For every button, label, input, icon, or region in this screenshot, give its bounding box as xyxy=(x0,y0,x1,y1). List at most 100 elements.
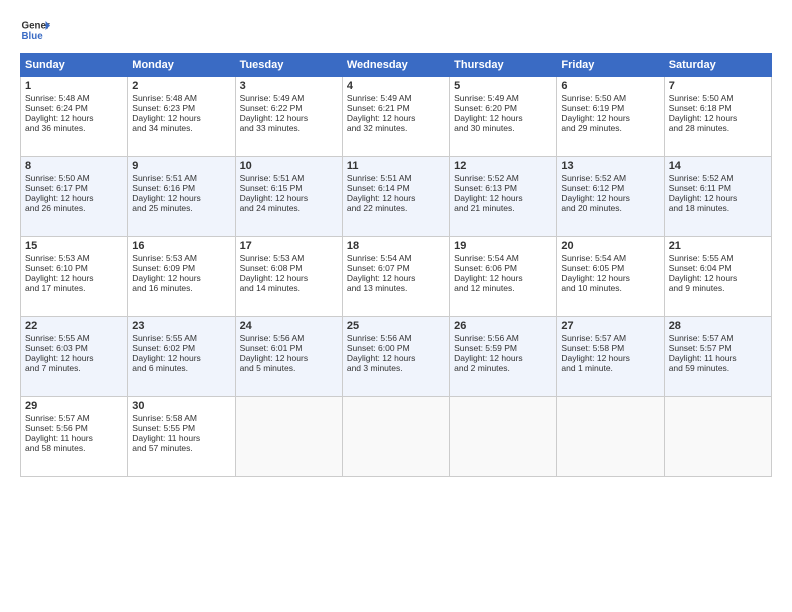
calendar-cell: 15Sunrise: 5:53 AMSunset: 6:10 PMDayligh… xyxy=(21,237,128,317)
calendar-cell: 29Sunrise: 5:57 AMSunset: 5:56 PMDayligh… xyxy=(21,397,128,477)
day-info: Sunset: 6:24 PM xyxy=(25,103,123,113)
day-info: Daylight: 12 hours xyxy=(454,273,552,283)
day-info: Daylight: 12 hours xyxy=(454,193,552,203)
day-info: and 9 minutes. xyxy=(669,283,767,293)
day-info: and 14 minutes. xyxy=(240,283,338,293)
day-info: Sunset: 5:56 PM xyxy=(25,423,123,433)
day-info: Sunset: 6:20 PM xyxy=(454,103,552,113)
day-info: Sunrise: 5:54 AM xyxy=(347,253,445,263)
day-info: Sunset: 6:14 PM xyxy=(347,183,445,193)
day-info: Daylight: 12 hours xyxy=(347,353,445,363)
day-number: 22 xyxy=(25,320,123,332)
day-number: 29 xyxy=(25,400,123,412)
day-info: Sunset: 5:58 PM xyxy=(561,343,659,353)
day-info: Sunrise: 5:48 AM xyxy=(132,93,230,103)
day-info: Sunset: 6:02 PM xyxy=(132,343,230,353)
calendar-cell: 5Sunrise: 5:49 AMSunset: 6:20 PMDaylight… xyxy=(450,77,557,157)
day-number: 27 xyxy=(561,320,659,332)
day-info: Daylight: 12 hours xyxy=(240,113,338,123)
day-info: Sunrise: 5:58 AM xyxy=(132,413,230,423)
day-info: Daylight: 12 hours xyxy=(669,193,767,203)
day-info: Daylight: 12 hours xyxy=(240,353,338,363)
day-number: 26 xyxy=(454,320,552,332)
day-number: 15 xyxy=(25,240,123,252)
day-info: and 5 minutes. xyxy=(240,363,338,373)
calendar-cell: 3Sunrise: 5:49 AMSunset: 6:22 PMDaylight… xyxy=(235,77,342,157)
day-info: and 17 minutes. xyxy=(25,283,123,293)
day-number: 16 xyxy=(132,240,230,252)
day-number: 28 xyxy=(669,320,767,332)
calendar-week-1: 1Sunrise: 5:48 AMSunset: 6:24 PMDaylight… xyxy=(21,77,772,157)
day-info: Sunset: 6:11 PM xyxy=(669,183,767,193)
day-info: Sunrise: 5:56 AM xyxy=(454,333,552,343)
day-number: 13 xyxy=(561,160,659,172)
day-info: Sunset: 5:59 PM xyxy=(454,343,552,353)
day-info: Sunrise: 5:50 AM xyxy=(25,173,123,183)
day-info: Daylight: 12 hours xyxy=(132,193,230,203)
page: General Blue SundayMondayTuesdayWednesda… xyxy=(0,0,792,612)
calendar-cell: 9Sunrise: 5:51 AMSunset: 6:16 PMDaylight… xyxy=(128,157,235,237)
day-info: and 1 minute. xyxy=(561,363,659,373)
calendar-cell: 10Sunrise: 5:51 AMSunset: 6:15 PMDayligh… xyxy=(235,157,342,237)
calendar-cell xyxy=(342,397,449,477)
day-info: and 34 minutes. xyxy=(132,123,230,133)
calendar-cell: 22Sunrise: 5:55 AMSunset: 6:03 PMDayligh… xyxy=(21,317,128,397)
day-info: Sunrise: 5:56 AM xyxy=(347,333,445,343)
calendar-cell: 27Sunrise: 5:57 AMSunset: 5:58 PMDayligh… xyxy=(557,317,664,397)
day-info: Sunset: 6:13 PM xyxy=(454,183,552,193)
day-info: Sunrise: 5:49 AM xyxy=(347,93,445,103)
day-info: Daylight: 11 hours xyxy=(669,353,767,363)
day-info: and 36 minutes. xyxy=(25,123,123,133)
day-info: Daylight: 12 hours xyxy=(561,113,659,123)
calendar-cell: 13Sunrise: 5:52 AMSunset: 6:12 PMDayligh… xyxy=(557,157,664,237)
day-info: Sunrise: 5:51 AM xyxy=(132,173,230,183)
day-info: Sunrise: 5:57 AM xyxy=(25,413,123,423)
day-number: 30 xyxy=(132,400,230,412)
day-info: Sunset: 6:03 PM xyxy=(25,343,123,353)
day-info: and 16 minutes. xyxy=(132,283,230,293)
calendar-cell xyxy=(450,397,557,477)
day-info: and 24 minutes. xyxy=(240,203,338,213)
day-info: Sunrise: 5:51 AM xyxy=(347,173,445,183)
calendar-cell xyxy=(664,397,771,477)
day-info: Daylight: 12 hours xyxy=(347,273,445,283)
day-info: and 26 minutes. xyxy=(25,203,123,213)
day-info: and 59 minutes. xyxy=(669,363,767,373)
calendar-cell: 24Sunrise: 5:56 AMSunset: 6:01 PMDayligh… xyxy=(235,317,342,397)
day-info: and 18 minutes. xyxy=(669,203,767,213)
day-info: Daylight: 12 hours xyxy=(132,273,230,283)
day-info: Sunrise: 5:50 AM xyxy=(561,93,659,103)
day-info: Daylight: 12 hours xyxy=(454,353,552,363)
day-info: Sunrise: 5:51 AM xyxy=(240,173,338,183)
calendar-cell: 30Sunrise: 5:58 AMSunset: 5:55 PMDayligh… xyxy=(128,397,235,477)
day-number: 14 xyxy=(669,160,767,172)
calendar-cell: 11Sunrise: 5:51 AMSunset: 6:14 PMDayligh… xyxy=(342,157,449,237)
day-info: Daylight: 12 hours xyxy=(454,113,552,123)
day-number: 7 xyxy=(669,80,767,92)
calendar-cell: 26Sunrise: 5:56 AMSunset: 5:59 PMDayligh… xyxy=(450,317,557,397)
day-info: Sunrise: 5:55 AM xyxy=(132,333,230,343)
day-info: Daylight: 12 hours xyxy=(132,353,230,363)
day-number: 9 xyxy=(132,160,230,172)
day-info: Sunset: 6:06 PM xyxy=(454,263,552,273)
day-info: Sunset: 5:55 PM xyxy=(132,423,230,433)
day-info: Daylight: 12 hours xyxy=(669,113,767,123)
day-info: and 29 minutes. xyxy=(561,123,659,133)
day-info: Sunrise: 5:49 AM xyxy=(454,93,552,103)
day-info: Sunrise: 5:52 AM xyxy=(454,173,552,183)
calendar-cell: 16Sunrise: 5:53 AMSunset: 6:09 PMDayligh… xyxy=(128,237,235,317)
calendar-week-5: 29Sunrise: 5:57 AMSunset: 5:56 PM Dayligh… xyxy=(21,397,772,477)
day-info: Daylight: 11 hours xyxy=(132,433,230,443)
day-number: 25 xyxy=(347,320,445,332)
day-info: and 28 minutes. xyxy=(669,123,767,133)
day-number: 4 xyxy=(347,80,445,92)
day-info: Daylight: 12 hours xyxy=(561,193,659,203)
header: General Blue xyxy=(20,15,772,45)
day-info: Daylight: 12 hours xyxy=(347,193,445,203)
calendar-cell: 1Sunrise: 5:48 AMSunset: 6:24 PMDaylight… xyxy=(21,77,128,157)
day-info: Sunrise: 5:53 AM xyxy=(132,253,230,263)
day-info: Sunset: 6:23 PM xyxy=(132,103,230,113)
day-info: and 32 minutes. xyxy=(347,123,445,133)
day-info: and 3 minutes. xyxy=(347,363,445,373)
day-info: Sunset: 6:16 PM xyxy=(132,183,230,193)
